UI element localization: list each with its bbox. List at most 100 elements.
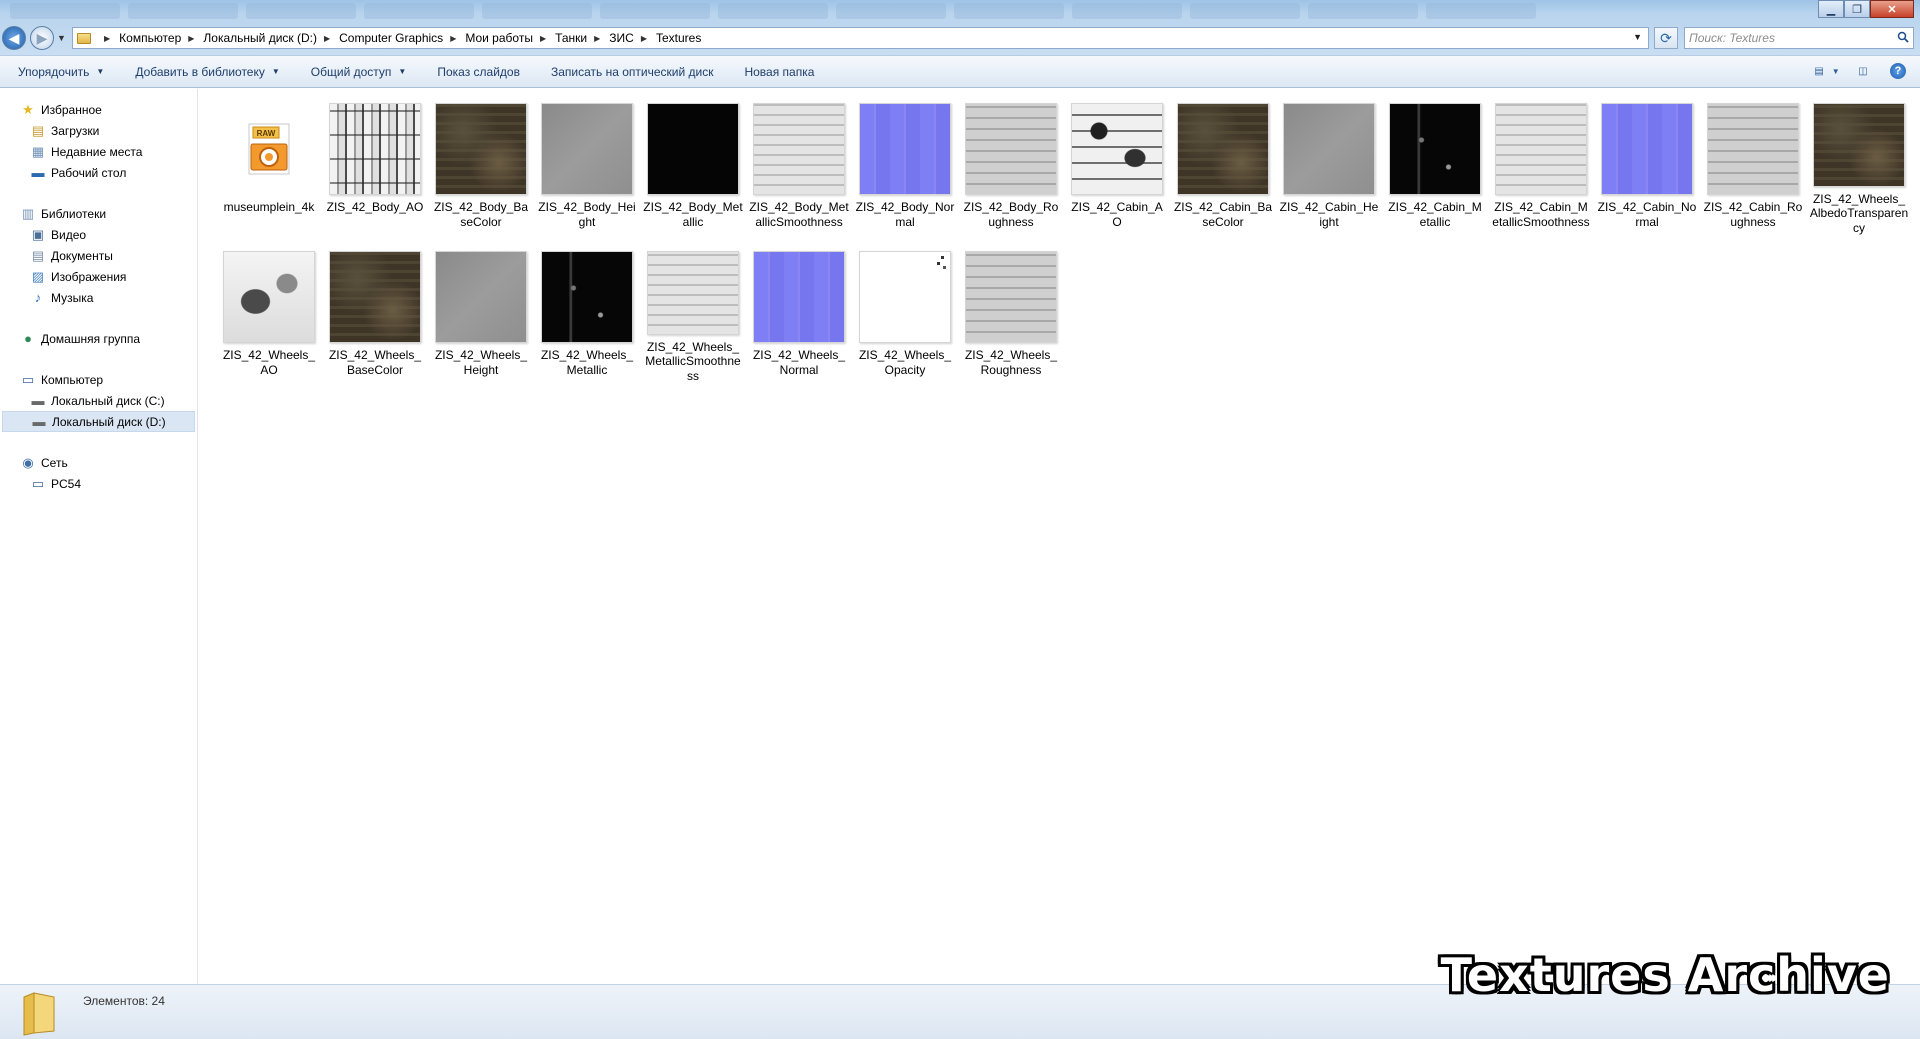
help-button[interactable]: ?	[1890, 63, 1906, 79]
file-item[interactable]: ZIS_42_Cabin_Roughness	[1700, 97, 1806, 235]
thumbnail	[965, 251, 1057, 343]
file-item[interactable]: ZIS_42_Body_Height	[534, 97, 640, 235]
file-item[interactable]: ZIS_42_Wheels_Height	[428, 245, 534, 383]
breadcrumb-item[interactable]: ▶ Textures	[634, 31, 702, 45]
nav-libraries[interactable]: ▥ Библиотеки	[0, 203, 197, 224]
file-item[interactable]: ZIS_42_Wheels_AO	[216, 245, 322, 383]
file-item[interactable]: ZIS_42_Cabin_MetallicSmoothness	[1488, 97, 1594, 235]
chevron-down-icon: ▼	[271, 67, 280, 76]
file-item[interactable]: RAW museumplein_4k	[216, 97, 322, 235]
drive-icon: ▬	[32, 414, 46, 429]
chevron-down-icon: ▼	[398, 67, 407, 76]
video-icon: ▣	[31, 226, 45, 242]
share-button[interactable]: Общий доступ ▼	[311, 65, 407, 79]
thumbnail	[859, 251, 951, 343]
nav-recent-places[interactable]: ▦ Недавние места	[0, 141, 197, 162]
file-item[interactable]: ZIS_42_Body_Metallic	[640, 97, 746, 235]
nav-documents[interactable]: ▤ Документы	[0, 245, 197, 266]
documents-icon: ▤	[31, 247, 45, 263]
slideshow-button[interactable]: Показ слайдов	[437, 65, 520, 79]
thumbnail	[859, 103, 951, 195]
search-icon[interactable]	[1897, 31, 1909, 43]
navigation-row: ◀ ▶ ▼ ▶ Компьютер ▶ Локальный диск (D:) ▶ C…	[0, 24, 1920, 52]
file-item[interactable]: ZIS_42_Body_AO	[322, 97, 428, 235]
breadcrumb-item[interactable]: ▶ Танки	[533, 31, 587, 45]
breadcrumb-item[interactable]: ▶ Компьютер	[97, 31, 181, 45]
file-item[interactable]: ZIS_42_Cabin_Height	[1276, 97, 1382, 235]
file-item[interactable]: ZIS_42_Wheels_BaseColor	[322, 245, 428, 383]
folder-icon	[23, 992, 55, 1036]
thumbnail	[1283, 103, 1375, 195]
view-options-button[interactable]: ▤ ▼	[1814, 63, 1839, 79]
network-icon: ◉	[22, 454, 34, 470]
file-item[interactable]: ZIS_42_Cabin_AO	[1064, 97, 1170, 235]
thumbnail	[541, 251, 633, 343]
file-item[interactable]: ZIS_42_Body_MetallicSmoothness	[746, 97, 852, 235]
nav-disk-c[interactable]: ▬ Локальный диск (C:)	[0, 390, 197, 411]
thumbnail	[647, 103, 739, 195]
file-item[interactable]: ZIS_42_Body_BaseColor	[428, 97, 534, 235]
file-name: ZIS_42_Wheels_AO	[222, 348, 316, 377]
file-item[interactable]: ZIS_42_Wheels_Roughness	[958, 245, 1064, 383]
file-item[interactable]: ZIS_42_Body_Normal	[852, 97, 958, 235]
nav-downloads[interactable]: ▤ Загрузки	[0, 120, 197, 141]
back-button[interactable]: ◀	[2, 26, 26, 50]
maximize-button[interactable]: ❐	[1844, 0, 1870, 18]
nav-computer[interactable]: ▭ Компьютер	[0, 369, 197, 390]
view-icon: ▤	[1814, 65, 1824, 77]
window-controls: ▁ ❐ ✕	[1818, 0, 1914, 18]
music-icon: ♪	[34, 290, 42, 305]
nav-disk-d[interactable]: ▬ Локальный диск (D:)	[2, 411, 195, 432]
address-bar[interactable]: ▶ Компьютер ▶ Локальный диск (D:) ▶ Compute…	[72, 27, 1649, 49]
file-name: ZIS_42_Cabin_Normal	[1597, 200, 1697, 229]
thumbnail	[541, 103, 633, 195]
file-item[interactable]: ZIS_42_Wheels_Normal	[746, 245, 852, 383]
nav-video[interactable]: ▣ Видео	[0, 224, 197, 245]
thumbnail	[1071, 103, 1163, 195]
thumbnail	[223, 251, 315, 343]
chevron-right-icon: ▶	[104, 33, 111, 43]
refresh-button[interactable]: ⟳	[1654, 27, 1678, 49]
nav-homegroup[interactable]: ● Домашняя группа	[0, 328, 197, 349]
new-folder-button[interactable]: Новая папка	[744, 65, 814, 79]
computer-icon: ▭	[21, 371, 35, 387]
file-name: ZIS_42_Body_Height	[538, 200, 636, 229]
thumbnail	[329, 103, 421, 195]
breadcrumb-item[interactable]: ▶ ЗИС	[587, 31, 634, 45]
nav-favorites[interactable]: ★ Избранное	[0, 99, 197, 120]
file-name: ZIS_42_Cabin_Roughness	[1703, 200, 1803, 229]
minimize-button[interactable]: ▁	[1818, 0, 1844, 18]
nav-network[interactable]: ◉ Сеть	[0, 452, 197, 473]
chevron-right-icon: ▶	[594, 33, 601, 43]
recent-pages-dropdown[interactable]: ▼	[57, 33, 66, 43]
file-name: ZIS_42_Cabin_Metallic	[1388, 200, 1482, 229]
organize-button[interactable]: Упорядочить ▼	[18, 65, 104, 79]
title-bar: ▁ ❐ ✕ ◀ ▶ ▼ ▶ Компьютер ▶ Локальный диск (…	[0, 0, 1920, 55]
file-item[interactable]: ZIS_42_Wheels_MetallicSmoothness	[640, 245, 746, 383]
preview-pane-button[interactable]: ◫	[1854, 63, 1872, 79]
file-name: ZIS_42_Wheels_Metallic	[540, 348, 634, 377]
forward-button[interactable]: ▶	[30, 26, 54, 50]
file-name: ZIS_42_Cabin_BaseColor	[1173, 200, 1273, 229]
nav-desktop[interactable]: ▬ Рабочий стол	[0, 162, 197, 183]
nav-music[interactable]: ♪ Музыка	[0, 287, 197, 308]
file-item[interactable]: ZIS_42_Wheels_AlbedoTransparency	[1806, 97, 1912, 235]
search-input[interactable]: Поиск: Textures	[1684, 27, 1914, 49]
add-to-library-button[interactable]: Добавить в библиотеку ▼	[135, 65, 279, 79]
address-history-dropdown[interactable]: ▼	[1633, 32, 1642, 42]
thumbnail	[1813, 103, 1905, 187]
nav-images[interactable]: ▨ Изображения	[0, 266, 197, 287]
burn-disc-button[interactable]: Записать на оптический диск	[551, 65, 714, 79]
file-item[interactable]: ZIS_42_Cabin_Metallic	[1382, 97, 1488, 235]
close-button[interactable]: ✕	[1870, 0, 1914, 18]
chevron-right-icon: ▶	[188, 33, 195, 43]
file-item[interactable]: ZIS_42_Cabin_Normal	[1594, 97, 1700, 235]
file-item[interactable]: ZIS_42_Wheels_Metallic	[534, 245, 640, 383]
breadcrumb-item[interactable]: ▶ Локальный диск (D:)	[181, 31, 317, 45]
file-item[interactable]: ZIS_42_Cabin_BaseColor	[1170, 97, 1276, 235]
breadcrumb-item[interactable]: ▶ Computer Graphics	[317, 31, 443, 45]
file-item[interactable]: ZIS_42_Body_Roughness	[958, 97, 1064, 235]
breadcrumb-item[interactable]: ▶ Мои работы	[443, 31, 533, 45]
file-item[interactable]: ZIS_42_Wheels_Opacity	[852, 245, 958, 383]
nav-pc54[interactable]: ▭ PC54	[0, 473, 197, 494]
